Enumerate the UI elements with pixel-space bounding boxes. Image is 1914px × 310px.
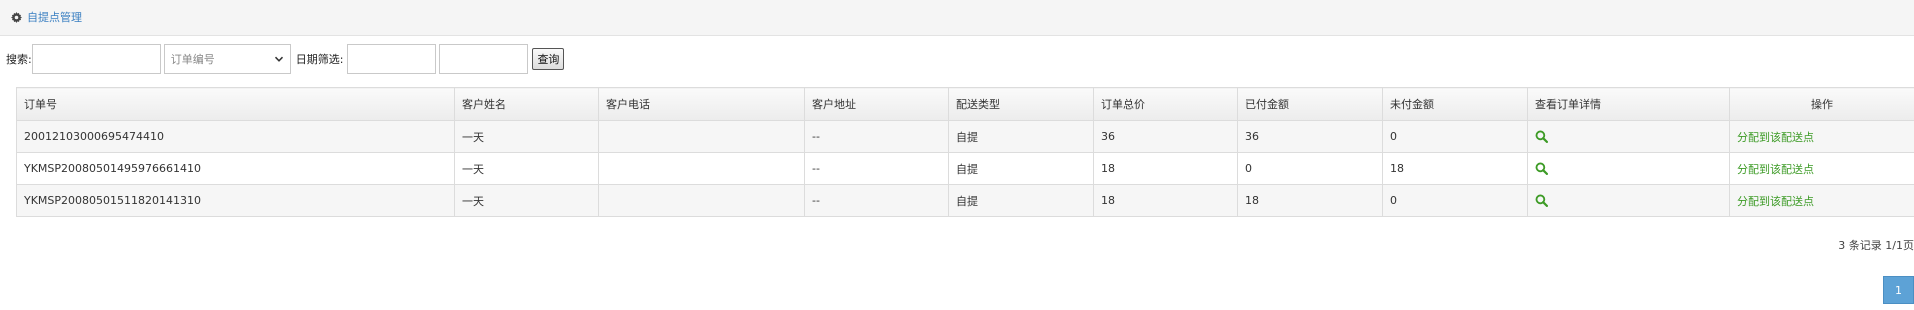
breadcrumb[interactable]: 自提点管理	[11, 11, 82, 24]
header-view-details: 查看订单详情	[1527, 87, 1730, 121]
header-order-no: 订单号	[16, 87, 455, 121]
cell-customer-phone	[598, 152, 805, 185]
cell-customer-address: --	[804, 120, 949, 153]
cell-customer-name: 一天	[454, 120, 599, 153]
cell-view-details	[1527, 184, 1730, 217]
assign-pickup-point-link[interactable]: 分配到该配送点	[1737, 163, 1814, 176]
assign-pickup-point-link[interactable]: 分配到该配送点	[1737, 195, 1814, 208]
cell-view-details	[1527, 152, 1730, 185]
cell-order-total: 18	[1093, 152, 1238, 185]
header-paid-amount: 已付金额	[1237, 87, 1383, 121]
pagination-summary: 3 条记录 1/1页	[1838, 239, 1914, 252]
cell-unpaid-amount: 0	[1382, 184, 1528, 217]
header-customer-phone: 客户电话	[598, 87, 805, 121]
table-row: 20012103000695474410 一天 -- 自提 36 36 0 分配…	[16, 120, 1914, 153]
cell-customer-phone	[598, 184, 805, 217]
cell-actions: 分配到该配送点	[1729, 152, 1914, 185]
cell-customer-address: --	[804, 184, 949, 217]
search-label: 搜索:	[6, 53, 32, 66]
date-to-input[interactable]	[439, 44, 529, 74]
header-delivery-type: 配送类型	[948, 87, 1094, 121]
gear-icon	[11, 12, 22, 23]
cell-order-no: YKMSP20080501495976661410	[16, 152, 455, 185]
cell-order-total: 18	[1093, 184, 1238, 217]
orders-table: 订单号 客户姓名 客户电话 客户地址 配送类型 订单总价 已付金额 未付金额 查…	[16, 87, 1914, 217]
cell-delivery-type: 自提	[948, 152, 1094, 185]
cell-view-details	[1527, 120, 1730, 153]
search-bar: 搜索: 订单编号 日期筛选: 查询	[6, 44, 565, 74]
cell-paid-amount: 18	[1237, 184, 1383, 217]
table-row: YKMSP20080501511820141310 一天 -- 自提 18 18…	[16, 184, 1914, 217]
cell-unpaid-amount: 0	[1382, 120, 1528, 153]
assign-pickup-point-link[interactable]: 分配到该配送点	[1737, 131, 1814, 144]
search-field-select[interactable]: 订单编号	[163, 44, 291, 74]
cell-customer-address: --	[804, 152, 949, 185]
cell-customer-name: 一天	[454, 152, 599, 185]
query-button[interactable]: 查询	[532, 48, 565, 70]
cell-paid-amount: 0	[1237, 152, 1383, 185]
search-field-select-value: 订单编号	[170, 53, 215, 66]
cell-order-no: YKMSP20080501511820141310	[16, 184, 455, 217]
cell-actions: 分配到该配送点	[1729, 184, 1914, 217]
header-actions: 操作	[1729, 87, 1914, 121]
table-header-row: 订单号 客户姓名 客户电话 客户地址 配送类型 订单总价 已付金额 未付金额 查…	[16, 87, 1914, 121]
top-bar: 自提点管理	[0, 0, 1914, 36]
header-unpaid-amount: 未付金额	[1382, 87, 1528, 121]
search-input[interactable]	[31, 44, 161, 74]
table-row: YKMSP20080501495976661410 一天 -- 自提 18 0 …	[16, 152, 1914, 185]
search-icon[interactable]	[1535, 130, 1548, 144]
cell-customer-name: 一天	[454, 184, 599, 217]
chevron-down-icon	[274, 56, 283, 62]
header-order-total: 订单总价	[1093, 87, 1238, 121]
search-icon[interactable]	[1535, 194, 1548, 208]
header-customer-name: 客户姓名	[454, 87, 599, 121]
cell-delivery-type: 自提	[948, 184, 1094, 217]
header-customer-address: 客户地址	[804, 87, 949, 121]
search-icon[interactable]	[1535, 162, 1548, 176]
cell-paid-amount: 36	[1237, 120, 1383, 153]
cell-unpaid-amount: 18	[1382, 152, 1528, 185]
cell-order-total: 36	[1093, 120, 1238, 153]
breadcrumb-label: 自提点管理	[27, 11, 82, 24]
cell-order-no: 20012103000695474410	[16, 120, 455, 153]
page-button-current[interactable]: 1	[1883, 276, 1914, 304]
cell-actions: 分配到该配送点	[1729, 120, 1914, 153]
cell-customer-phone	[598, 120, 805, 153]
date-filter-label: 日期筛选:	[295, 53, 344, 66]
date-from-input[interactable]	[347, 44, 437, 74]
cell-delivery-type: 自提	[948, 120, 1094, 153]
